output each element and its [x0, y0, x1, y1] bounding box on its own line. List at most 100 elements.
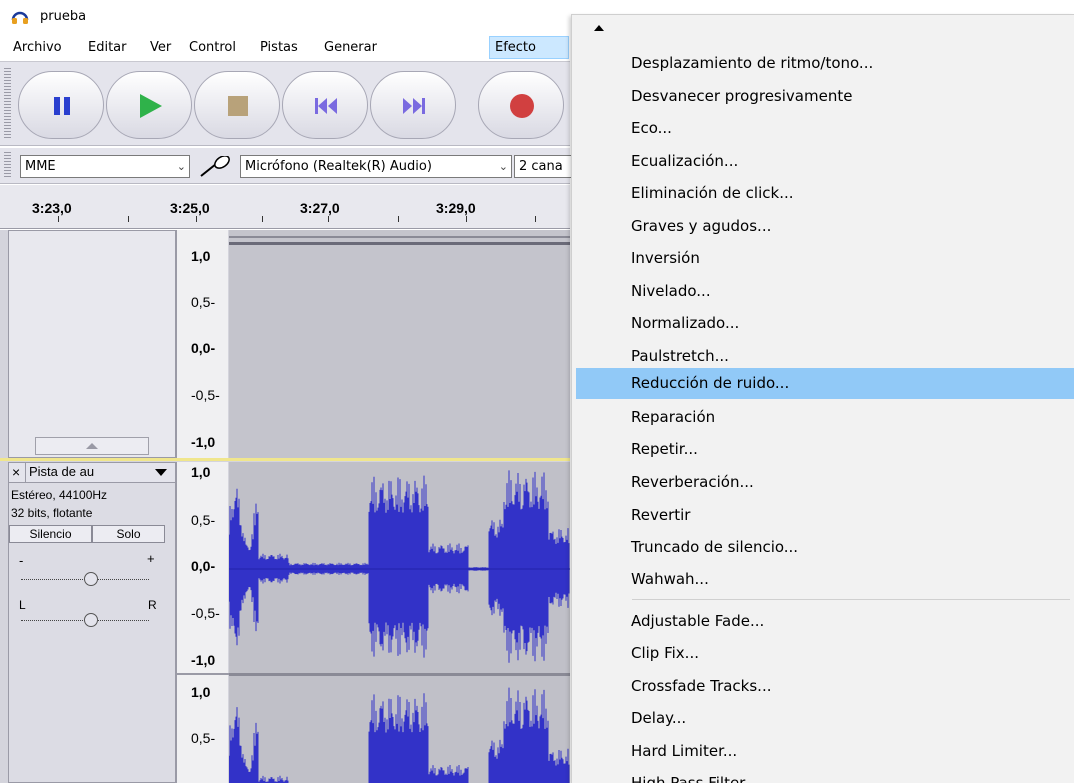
menu-item-desplazamiento[interactable]: Desplazamiento de ritmo/tono... [576, 47, 1074, 79]
track-name-menu[interactable]: Pista de au [25, 463, 173, 482]
triangle-up-icon [86, 443, 98, 449]
menu-archivo[interactable]: Archivo [8, 36, 67, 59]
vertical-ruler: 1,0 0,5- 0,0- -0,5- -1,0 [176, 230, 228, 458]
close-track-icon[interactable]: × [12, 465, 20, 479]
menu-item-eco[interactable]: Eco... [576, 112, 1074, 144]
menu-efecto[interactable]: Efecto [489, 36, 569, 59]
menu-item-graves-agudos[interactable]: Graves y agudos... [576, 210, 1074, 242]
gain-plus-label: + [147, 551, 155, 566]
track-waveform-empty[interactable] [229, 230, 570, 458]
menu-item-delay[interactable]: Delay... [576, 702, 1074, 734]
menu-bar: Archivo Editar Ver Control Pistas Genera… [0, 36, 570, 59]
track-format: Estéreo, 44100Hz [11, 488, 108, 502]
scale-label: 1,0 [191, 684, 211, 700]
menu-item-crossfade-tracks[interactable]: Crossfade Tracks... [576, 670, 1074, 702]
menu-item-reparacion[interactable]: Reparación [576, 401, 1074, 433]
timeline-label: 3:23,0 [32, 200, 72, 216]
input-channels-select[interactable]: 2 cana [514, 155, 574, 178]
scale-label: 0,0- [191, 558, 216, 574]
tracks-area: 1,0 0,5- 0,0- -0,5- -1,0 × Pista de au E… [0, 230, 570, 783]
skip-to-start-button[interactable] [282, 71, 368, 139]
audio-waveform[interactable] [229, 462, 570, 783]
menu-item-wahwah[interactable]: Wahwah... [576, 563, 1074, 595]
input-device-value: Micrófono (Realtek(R) Audio) [245, 159, 432, 174]
pan-slider-thumb[interactable] [84, 613, 98, 627]
menu-item-ecualizacion[interactable]: Ecualización... [576, 145, 1074, 177]
menu-editar[interactable]: Editar [83, 36, 132, 59]
title-bar: prueba [0, 0, 570, 34]
scale-label: 0,5- [191, 512, 216, 528]
scale-label: 1,0 [191, 248, 211, 264]
timeline-ruler[interactable]: 3:23,0 3:25,0 3:27,0 3:29,0 [0, 185, 570, 229]
solo-button[interactable]: Solo [92, 525, 165, 543]
timeline-tick [328, 216, 329, 222]
track-header: × Pista de au [9, 463, 175, 483]
pan-left-label: L [19, 598, 26, 612]
headphones-icon [11, 11, 29, 24]
menu-item-reverberacion[interactable]: Reverberación... [576, 466, 1074, 498]
skip-end-icon [403, 98, 425, 114]
input-device-select[interactable]: Micrófono (Realtek(R) Audio) ⌄ [240, 155, 512, 178]
play-button[interactable] [106, 71, 192, 139]
scale-label: -0,5- [191, 387, 220, 403]
device-toolbar: MME ⌄ Micrófono (Realtek(R) Audio) ⌄ 2 c… [0, 148, 574, 184]
scale-label: 0,5- [191, 294, 216, 310]
menu-item-desvanecer[interactable]: Desvanecer progresivamente [576, 80, 1074, 112]
gain-slider-thumb[interactable] [84, 572, 98, 586]
skip-start-icon [315, 98, 337, 114]
scroll-up-arrow-icon[interactable] [594, 25, 604, 31]
scale-label: -0,5- [191, 605, 220, 621]
menu-item-normalizado[interactable]: Normalizado... [576, 307, 1074, 339]
timeline-tick [535, 216, 536, 222]
play-icon [140, 94, 162, 118]
scale-label: 1,0 [191, 464, 211, 480]
menu-item-hard-limiter[interactable]: Hard Limiter... [576, 735, 1074, 767]
input-channels-value: 2 cana [519, 159, 563, 174]
stop-icon [228, 96, 248, 116]
scale-label: 0,5- [191, 730, 216, 746]
timeline-label: 3:25,0 [170, 200, 210, 216]
transport-toolbar [0, 61, 570, 146]
menu-item-clip-fix[interactable]: Clip Fix... [576, 637, 1074, 669]
chevron-down-icon: ⌄ [496, 156, 508, 177]
stop-button[interactable] [194, 71, 280, 139]
menu-item-revertir[interactable]: Revertir [576, 499, 1074, 531]
timeline-tick [196, 216, 197, 222]
timeline-tick [58, 216, 59, 222]
device-toolbar-grip[interactable] [4, 152, 11, 178]
menu-item-truncado-silencio[interactable]: Truncado de silencio... [576, 531, 1074, 563]
pause-icon [54, 97, 70, 115]
skip-to-end-button[interactable] [370, 71, 456, 139]
scale-label: -1,0 [191, 434, 216, 450]
mute-button[interactable]: Silencio [9, 525, 92, 543]
timeline-label: 3:27,0 [300, 200, 340, 216]
menu-ver[interactable]: Ver [145, 36, 176, 59]
menu-control[interactable]: Control [184, 36, 241, 59]
menu-pistas[interactable]: Pistas [255, 36, 303, 59]
audio-host-value: MME [25, 159, 56, 174]
record-icon [510, 94, 534, 118]
channel-separator [229, 673, 570, 676]
collapse-track-button[interactable] [35, 437, 149, 455]
timeline-tick [398, 216, 399, 222]
record-button[interactable] [478, 71, 564, 139]
menu-item-adjustable-fade[interactable]: Adjustable Fade... [576, 605, 1074, 637]
track-bit-depth: 32 bits, flotante [11, 506, 93, 520]
menu-item-inversion[interactable]: Inversión [576, 242, 1074, 274]
scale-label: 0,0- [191, 340, 216, 356]
timeline-label: 3:29,0 [436, 200, 476, 216]
menu-generar[interactable]: Generar [319, 36, 382, 59]
menu-item-reduccion-ruido[interactable]: Reducción de ruido... [576, 368, 1074, 399]
menu-item-high-pass-filter[interactable]: High Pass Filter... [576, 767, 1074, 783]
audio-track-control-panel: × Pista de au Estéreo, 44100Hz 32 bits, … [8, 462, 176, 783]
menu-item-nivelado[interactable]: Nivelado... [576, 275, 1074, 307]
toolbar-grip[interactable] [4, 68, 11, 140]
audio-host-select[interactable]: MME ⌄ [20, 155, 190, 178]
timeline-tick [128, 216, 129, 222]
pan-right-label: R [148, 598, 157, 612]
pause-button[interactable] [18, 71, 104, 139]
menu-item-eliminacion-click[interactable]: Eliminación de click... [576, 177, 1074, 209]
gain-minus-label: - [19, 553, 24, 568]
scale-label: -1,0 [191, 652, 216, 668]
menu-item-repetir[interactable]: Repetir... [576, 433, 1074, 465]
